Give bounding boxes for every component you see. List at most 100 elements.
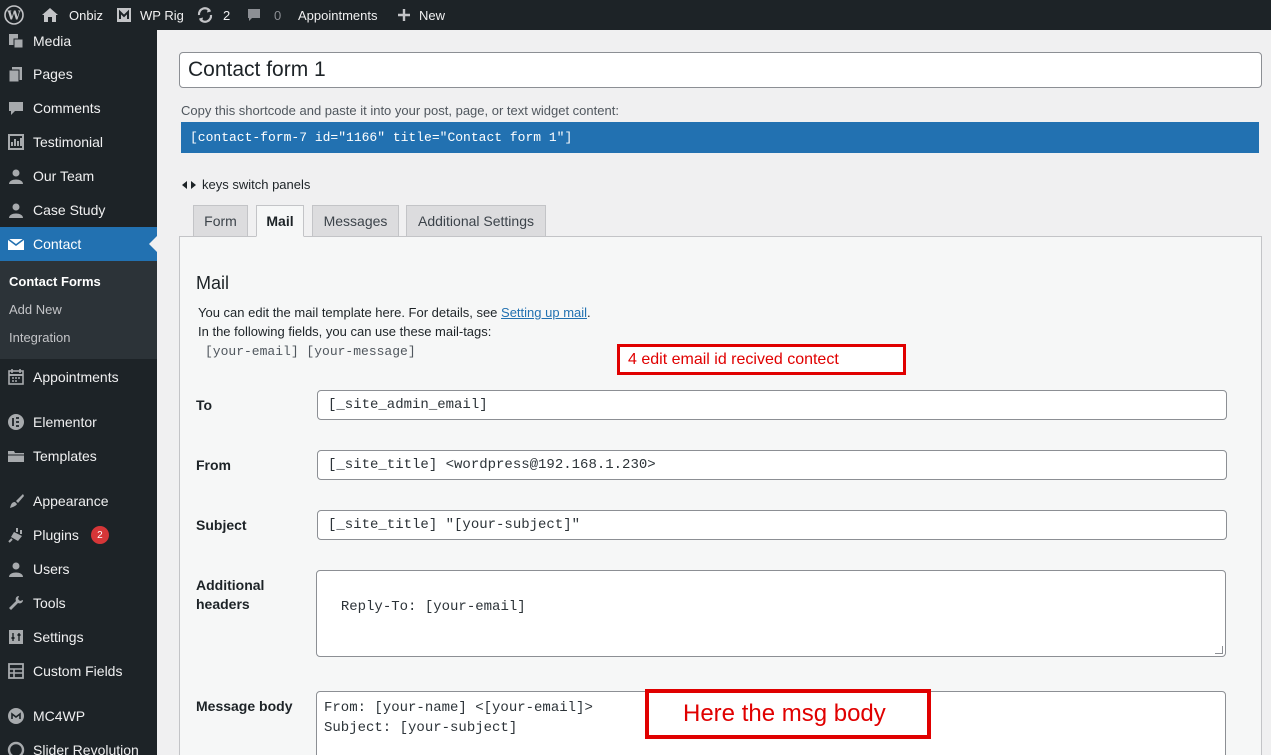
mail-tags-description: In the following fields, you can use the…: [198, 324, 492, 339]
appointments-label: Appointments: [298, 7, 378, 23]
testimonial-icon: [7, 133, 25, 151]
calendar-icon: [7, 368, 25, 386]
shortcode-hint: Copy this shortcode and paste it into yo…: [181, 103, 619, 118]
media-icon: [7, 32, 25, 50]
panel-heading: Mail: [196, 273, 230, 293]
sidebar-item-label: Users: [33, 561, 70, 577]
elementor-icon: [7, 413, 25, 431]
headers-label-line2: headers: [196, 596, 250, 612]
pages-icon: [7, 65, 25, 83]
plugin-icon: [7, 526, 25, 544]
sidebar-item-elementor[interactable]: Elementor: [0, 405, 157, 439]
sidebar-item-appearance[interactable]: Appearance: [0, 484, 157, 518]
sidebar-item-testimonial[interactable]: Testimonial: [0, 125, 157, 159]
user-icon: [7, 167, 25, 185]
appointments-link[interactable]: Appointments: [298, 0, 378, 30]
sidebar-item-label: Appointments: [33, 369, 119, 385]
comments-count: 0: [274, 7, 282, 23]
subject-field[interactable]: [_site_title] "[your-subject]": [317, 510, 1227, 540]
sidebar-item-label: Appearance: [33, 493, 109, 509]
additional-headers-textarea[interactable]: Reply-To: [your-email]: [316, 570, 1226, 657]
admin-bar: W Onbiz WP Rig 2 0 Appointments New: [0, 0, 1271, 30]
sidebar-item-label: Settings: [33, 629, 84, 645]
sidebar-item-label: Testimonial: [33, 134, 104, 150]
site-name: Onbiz: [69, 7, 103, 23]
slider-icon: [7, 741, 25, 755]
settings-icon: [7, 628, 25, 646]
sidebar-item-label: Custom Fields: [33, 663, 123, 679]
sidebar-item-label: Comments: [33, 100, 101, 116]
desc-text: You can edit the mail template here. For…: [198, 305, 502, 320]
sidebar-item-label: Pages: [33, 66, 73, 82]
new-label: New: [419, 7, 446, 23]
subject-label: Subject: [196, 517, 247, 533]
headers-label-line1: Additional: [196, 577, 265, 593]
keys-hint-text: keys switch panels: [202, 177, 311, 192]
tab-form[interactable]: Form: [193, 205, 248, 237]
annotation-note-2: Here the msg body: [645, 689, 931, 739]
desc-suffix: .: [587, 305, 591, 320]
user-icon: [7, 201, 25, 219]
sidebar-item-case-study[interactable]: Case Study: [0, 193, 157, 227]
mail-description: You can edit the mail template here. For…: [198, 305, 591, 320]
sidebar-item-templates[interactable]: Templates: [0, 439, 157, 473]
sidebar-item-slider-revolution[interactable]: Slider Revolution: [0, 733, 157, 755]
resize-handle-icon[interactable]: [1215, 646, 1223, 654]
mail-tags-list: [your-email] [your-message]: [205, 344, 416, 359]
admin-sidebar: Media Pages Comments Testimonial Our Tea…: [0, 30, 157, 755]
plus-icon: [398, 9, 410, 21]
sidebar-item-label: Plugins: [33, 527, 79, 543]
tab-messages[interactable]: Messages: [312, 205, 399, 237]
shortcode-field[interactable]: [contact-form-7 id="1166" title="Contact…: [181, 122, 1259, 153]
tab-additional-settings[interactable]: Additional Settings: [406, 205, 546, 237]
sidebar-item-custom-fields[interactable]: Custom Fields: [0, 654, 157, 688]
keys-hint: keys switch panels: [182, 177, 310, 192]
user-icon: [7, 560, 25, 578]
form-title-input[interactable]: Contact form 1: [179, 52, 1262, 88]
sidebar-item-label: MC4WP: [33, 708, 86, 724]
svg-text:W: W: [6, 9, 21, 23]
setting-up-mail-link[interactable]: Setting up mail: [501, 305, 587, 320]
wrench-icon: [7, 594, 25, 612]
sidebar-item-users[interactable]: Users: [0, 552, 157, 586]
sidebar-item-label: Media: [33, 33, 72, 49]
submenu-contact-forms[interactable]: Contact Forms: [9, 274, 101, 289]
sidebar-item-label: Slider Revolution: [33, 742, 139, 755]
sidebar-item-mc4wp[interactable]: MC4WP: [0, 699, 157, 733]
folder-icon: [7, 447, 25, 465]
from-field[interactable]: [_site_title] <wordpress@192.168.1.230>: [317, 450, 1227, 480]
comment-bubble-icon: [248, 9, 260, 21]
submenu-add-new[interactable]: Add New: [9, 302, 62, 317]
contact-submenu: Contact Forms Add New Integration: [0, 261, 157, 359]
sidebar-item-media[interactable]: Media: [0, 24, 157, 58]
new-content-link[interactable]: New: [397, 0, 445, 30]
sidebar-item-pages[interactable]: Pages: [0, 57, 157, 91]
comments-link[interactable]: 0: [246, 0, 281, 30]
mc4wp-icon: [7, 707, 25, 725]
refresh-icon: [197, 7, 213, 23]
sidebar-item-contact[interactable]: Contact: [0, 227, 157, 261]
sidebar-item-label: Our Team: [33, 168, 95, 184]
sidebar-item-tools[interactable]: Tools: [0, 586, 157, 620]
sidebar-item-label: Templates: [33, 448, 97, 464]
home-icon: [42, 8, 58, 22]
sidebar-item-plugins[interactable]: Plugins 2: [0, 518, 157, 552]
updates-count: 2: [223, 7, 231, 23]
comments-icon: [7, 99, 25, 117]
updates-link[interactable]: 2: [196, 0, 230, 30]
mail-icon: [7, 235, 25, 253]
to-field[interactable]: [_site_admin_email]: [317, 390, 1227, 420]
left-right-arrows-icon: [182, 180, 196, 189]
plugins-update-badge: 2: [90, 526, 109, 544]
tab-mail[interactable]: Mail: [256, 205, 304, 237]
submenu-integration[interactable]: Integration: [9, 330, 70, 345]
message-body-label: Message body: [196, 698, 293, 714]
sidebar-item-appointments[interactable]: Appointments: [0, 360, 157, 394]
sidebar-item-label: Contact: [33, 236, 82, 252]
theme-name: WP Rig: [140, 7, 184, 23]
sidebar-item-our-team[interactable]: Our Team: [0, 159, 157, 193]
sidebar-item-label: Case Study: [33, 202, 106, 218]
sidebar-item-settings[interactable]: Settings: [0, 620, 157, 654]
from-label: From: [196, 457, 231, 473]
sidebar-item-comments[interactable]: Comments: [0, 91, 157, 125]
